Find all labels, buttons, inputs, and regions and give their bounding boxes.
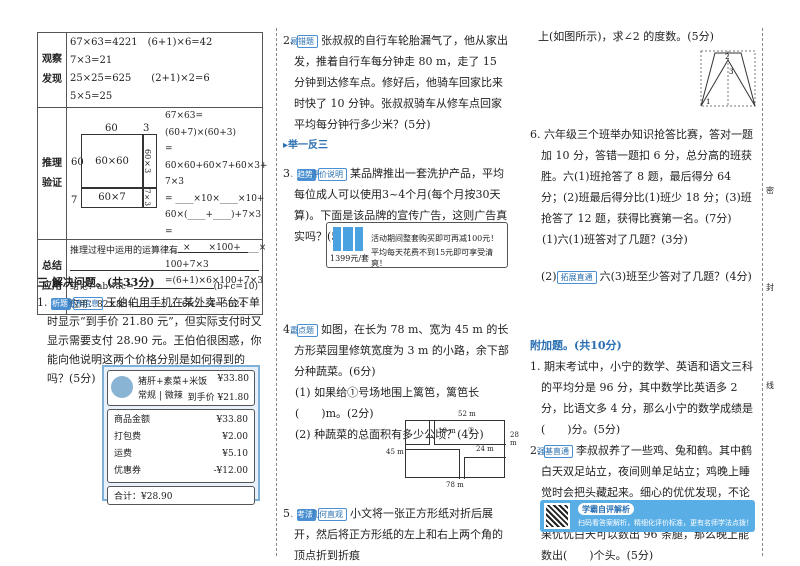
cell-60x60: 60×60 bbox=[81, 134, 143, 188]
question-6: 6. 六年级三个班举办知识抢答比赛，答对一题加 10 分，答错一题扣 6 分，总… bbox=[530, 124, 756, 250]
tag: 评价说明 bbox=[311, 168, 347, 181]
question-text: 六年级三个班举办知识抢答比赛，答对一题加 10 分，答错一题扣 6 分，总分高的… bbox=[541, 128, 753, 225]
sub-question[interactable]: (1) 如果给①号场地围上篱笆，篱笆长( )m。(2分) bbox=[283, 382, 511, 424]
reason-line[interactable]: = ____×____×100+____× bbox=[165, 224, 268, 257]
cell-60x7: 60×7 bbox=[81, 188, 143, 208]
food-bowl-icon bbox=[111, 376, 133, 398]
angle-label: 1 bbox=[706, 98, 710, 106]
law-prompt: 推理过程中运用的运算律有 bbox=[70, 246, 179, 256]
reason-line: 7×3 bbox=[165, 177, 184, 187]
binding-line bbox=[762, 28, 763, 556]
ad-line: 活动期间整套购买即可再减100元！ bbox=[371, 234, 499, 243]
dim-label: 19 m bbox=[438, 427, 456, 435]
reason-label: 推理验证 bbox=[37, 107, 67, 240]
question-text: 如图，在长为 78 m、宽为 45 m 的长方形菜园里修筑宽度为 3 m 的小路… bbox=[294, 323, 509, 378]
margin-mark: 密 bbox=[766, 186, 774, 195]
receipt-total: 合计：¥28.90 bbox=[107, 486, 255, 505]
item-price: ¥33.80 bbox=[217, 374, 250, 384]
sub-question: 六(3)班至少答对了几题？(4分) bbox=[599, 270, 752, 283]
dim-label: 28 m bbox=[510, 431, 519, 447]
reason-line: 67×63=(60+7)×(60+3) bbox=[165, 111, 237, 138]
receipt-row: 打包费 ¥2.00 bbox=[114, 432, 248, 442]
ad-line: 平均每天花费不到15元即可享受清爽！ bbox=[371, 248, 494, 268]
item-name: 猪肝+素菜+米饭 bbox=[138, 377, 208, 387]
sub-number: (2) bbox=[541, 270, 557, 283]
receipt-row: 商品金额 ¥33.80 bbox=[114, 415, 248, 425]
tag: 易错题 bbox=[290, 35, 318, 48]
receipt-row: 运费 ¥5.10 bbox=[114, 449, 248, 459]
dim-label: 78 m bbox=[446, 481, 464, 489]
cell-7x3: 7×3 bbox=[143, 188, 157, 208]
item-options: 常规 | 微辣 bbox=[138, 391, 183, 401]
question-5: 5. 新考法几何直观小文将一张正方形纸对折后展开，然后将正方形纸的左上和右上两个… bbox=[283, 503, 511, 566]
folded-square-figure: 2 3 1 bbox=[700, 50, 756, 107]
self-review-banner[interactable]: 学霸自评解析 扫码看答案解析，精细化评价标准，更有名师学法点拨！ bbox=[540, 500, 755, 532]
cell-60x3: 60×3 bbox=[143, 134, 157, 188]
tag: 几何直观 bbox=[311, 508, 347, 521]
bonus-title: 附加题。(共10分) bbox=[530, 339, 622, 352]
question-2: 2. 易错题 张叔叔的自行车轮胎漏气了，他从家出发，推着自行车每分钟走 80 m，… bbox=[283, 30, 511, 156]
tag: 图表信息 bbox=[67, 297, 103, 310]
obs-line: 25×25=625 (2+1)×2=6 5×5=25 bbox=[70, 73, 223, 102]
question-number: 6. bbox=[530, 128, 541, 141]
tag: 拓展直通 bbox=[556, 271, 597, 284]
obs-line: 67×63=4221 (6+1)×6=42 7×3=21 bbox=[70, 37, 223, 66]
angle-label: 3 bbox=[729, 68, 733, 76]
qr-code-icon bbox=[544, 503, 570, 529]
final-price: 到手价 ¥21.80 bbox=[187, 393, 249, 403]
ad-price: 1399元/套 bbox=[330, 254, 370, 263]
dim-label: 45 m bbox=[386, 448, 404, 456]
banner-text: 扫码看答案解析，精细化评价标准，更有名师学法点拨！ bbox=[578, 519, 753, 527]
takeout-receipt: 猪肝+素菜+米饭 常规 | 微辣 ¥33.80 到手价 ¥21.80 商品金额 ¥… bbox=[102, 365, 260, 505]
receipt-row: 优惠券 -¥12.00 bbox=[114, 466, 248, 476]
area-diagram: 60 3 60 7 60×60 60×3 60×7 7×3 bbox=[71, 123, 159, 210]
reason-line[interactable]: 60×(____+____)+7×3 bbox=[165, 207, 268, 224]
reason-line: 100+7×3 bbox=[165, 259, 209, 270]
advertisement: 1399元/套 活动期间整套购买即可再减100元！ 平均每天花费不到15元即可享… bbox=[326, 222, 508, 268]
plot-marker: ① bbox=[468, 426, 475, 434]
tag: 重点题 bbox=[290, 324, 318, 337]
question-5-continued: 上(如图所示)，求∠2 的度数。(5分) bbox=[538, 30, 714, 43]
sub-question: (1)六(1)班答对了几题？(3分) bbox=[542, 233, 688, 246]
section-title: 三 解决问题。(共33分) bbox=[37, 276, 155, 289]
margin-mark: 线 bbox=[766, 381, 774, 390]
column-divider bbox=[276, 28, 277, 556]
product-bottles-icon bbox=[333, 227, 363, 251]
angle-label: 2 bbox=[725, 53, 729, 61]
question-text[interactable]: 期末考试中，小宁的数学、英语和语文三科的平均分是 96 分，其中数学比英语多 2… bbox=[541, 360, 753, 436]
practice-link[interactable]: ▸举一反三 bbox=[283, 135, 511, 156]
observe-label: 观察发现 bbox=[37, 32, 67, 108]
margin-mark: 封 bbox=[766, 283, 774, 292]
banner-title: 学霸自评解析 bbox=[578, 503, 634, 515]
dim-label: 24 m bbox=[476, 445, 494, 453]
dim-label: 7 bbox=[71, 195, 78, 206]
reason-line: = 60×60+60×7+60×3+ bbox=[165, 144, 268, 171]
tag: 强基直通 bbox=[537, 445, 573, 458]
question-6-part-2: (2) 拓展直通 六(3)班至少答对了几题？(4分) bbox=[541, 266, 756, 287]
question-number: 1. bbox=[530, 360, 541, 373]
reason-line[interactable]: = ____×10×____×10+ bbox=[165, 191, 268, 208]
question-text: 张叔叔的自行车轮胎漏气了，他从家出发，推着自行车每分钟走 80 m，走了 15 … bbox=[294, 34, 508, 131]
dim-label: 52 m bbox=[458, 410, 476, 418]
garden-figure: 52 m 19 m ① 24 m 28 m 45 m 78 m bbox=[386, 410, 519, 489]
